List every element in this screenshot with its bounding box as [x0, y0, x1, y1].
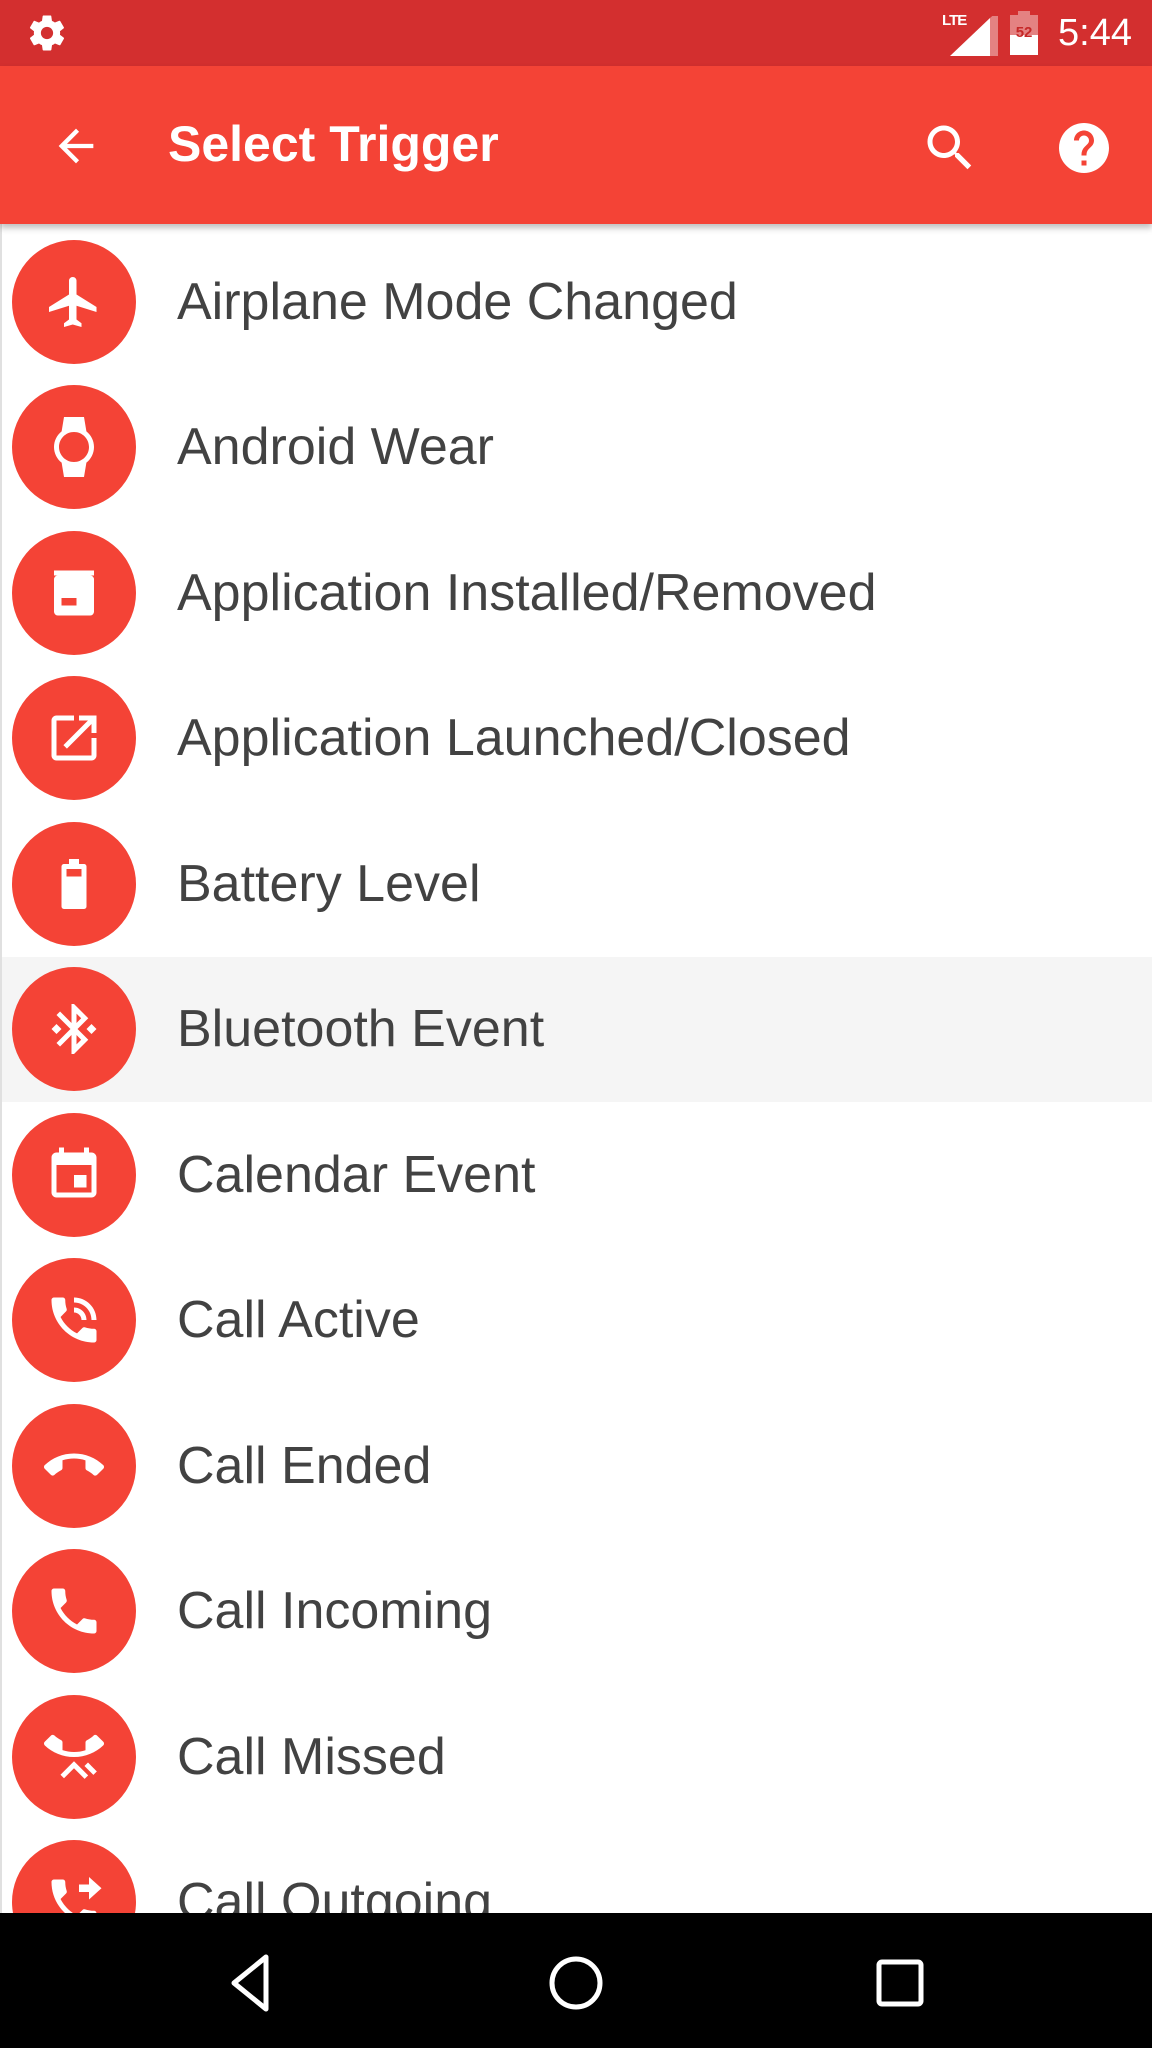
- trigger-item-android-wear[interactable]: Android Wear: [2, 375, 1152, 521]
- trigger-list[interactable]: Airplane Mode Changed Android Wear Appli…: [0, 224, 1152, 1913]
- arrow-back-icon[interactable]: [50, 120, 102, 172]
- battery-level: 52: [1015, 24, 1033, 41]
- battery-level-icon: [61, 858, 87, 909]
- phone-icon: [51, 1588, 97, 1634]
- bluetooth-icon: [51, 1004, 97, 1055]
- search-icon[interactable]: [920, 118, 980, 178]
- trigger-item-call-ended[interactable]: Call Ended: [2, 1393, 1152, 1539]
- trigger-item-calendar-event[interactable]: Calendar Event: [2, 1102, 1152, 1248]
- trigger-label: Call Incoming: [177, 1582, 493, 1641]
- help-icon[interactable]: [1054, 118, 1114, 178]
- signal-lte-icon: LTE: [942, 10, 999, 56]
- phone-in-talk-icon: [51, 1297, 97, 1343]
- trigger-item-call-active[interactable]: Call Active: [2, 1248, 1152, 1394]
- page-title: Select Trigger: [168, 116, 499, 172]
- call-missed-icon: [44, 1734, 104, 1779]
- call-end-icon: [44, 1453, 104, 1476]
- trigger-label: Application Launched/Closed: [177, 709, 851, 768]
- trigger-item-call-missed[interactable]: Call Missed: [2, 1684, 1152, 1830]
- airplane-icon: [49, 276, 97, 327]
- trigger-item-call-incoming[interactable]: Call Incoming: [2, 1539, 1152, 1685]
- trigger-label: Call Outgoing: [177, 1873, 493, 1913]
- trigger-item-call-outgoing[interactable]: Call Outgoing: [2, 1830, 1152, 1913]
- trigger-label: Calendar Event: [177, 1145, 536, 1204]
- nav-recents-icon[interactable]: [860, 1943, 940, 2023]
- system-nav-bar: [0, 1913, 1152, 2048]
- status-bar: LTE 52 5:44: [0, 0, 1152, 66]
- nav-home-icon[interactable]: [536, 1943, 616, 2023]
- clock: 5:44: [1058, 11, 1132, 54]
- trigger-label: Call Active: [177, 1291, 420, 1350]
- trigger-label: Airplane Mode Changed: [177, 272, 738, 331]
- trigger-item-airplane-mode[interactable]: Airplane Mode Changed: [2, 229, 1152, 375]
- trigger-item-bluetooth-event[interactable]: Bluetooth Event: [2, 956, 1152, 1102]
- trigger-label: Call Ended: [177, 1436, 432, 1495]
- open-in-new-icon: [51, 715, 97, 761]
- trigger-label: Application Installed/Removed: [177, 563, 877, 622]
- gear-icon: [29, 15, 65, 51]
- trigger-item-battery-level[interactable]: Battery Level: [2, 811, 1152, 957]
- calendar-icon: [51, 1147, 97, 1198]
- trigger-item-app-launched[interactable]: Application Launched/Closed: [2, 666, 1152, 812]
- trigger-label: Bluetooth Event: [177, 1000, 545, 1059]
- app-toolbar: Select Trigger: [0, 66, 1152, 224]
- trigger-label: Call Missed: [177, 1727, 446, 1786]
- trigger-label: Android Wear: [177, 418, 494, 477]
- call-made-icon: [51, 1877, 102, 1913]
- trigger-item-app-installed[interactable]: Application Installed/Removed: [2, 520, 1152, 666]
- nav-back-icon[interactable]: [212, 1943, 292, 2023]
- app-box-icon: [54, 570, 94, 616]
- trigger-label: Battery Level: [177, 854, 481, 913]
- battery-icon: 52: [1010, 11, 1039, 55]
- watch-icon: [54, 417, 94, 478]
